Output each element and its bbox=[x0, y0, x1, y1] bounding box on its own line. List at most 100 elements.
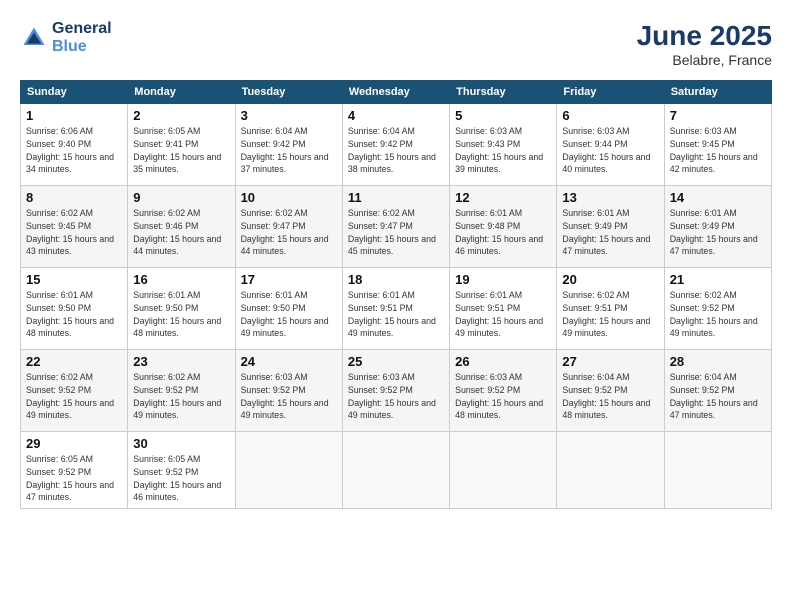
calendar-cell: 26 Sunrise: 6:03 AMSunset: 9:52 PMDayligh… bbox=[450, 350, 557, 432]
title-block: June 2025 Belabre, France bbox=[637, 20, 772, 68]
day-info: Sunrise: 6:01 AMSunset: 9:50 PMDaylight:… bbox=[26, 289, 122, 340]
day-number: 14 bbox=[670, 190, 766, 205]
calendar-cell: 12 Sunrise: 6:01 AMSunset: 9:48 PMDayligh… bbox=[450, 186, 557, 268]
weekday-header-monday: Monday bbox=[128, 81, 235, 104]
day-info: Sunrise: 6:02 AMSunset: 9:51 PMDaylight:… bbox=[562, 289, 658, 340]
calendar-cell: 13 Sunrise: 6:01 AMSunset: 9:49 PMDayligh… bbox=[557, 186, 664, 268]
calendar-cell: 4 Sunrise: 6:04 AMSunset: 9:42 PMDaylight… bbox=[342, 104, 449, 186]
logo: General Blue bbox=[20, 20, 112, 56]
calendar-cell: 28 Sunrise: 6:04 AMSunset: 9:52 PMDayligh… bbox=[664, 350, 771, 432]
day-info: Sunrise: 6:01 AMSunset: 9:51 PMDaylight:… bbox=[348, 289, 444, 340]
day-info: Sunrise: 6:03 AMSunset: 9:45 PMDaylight:… bbox=[670, 125, 766, 176]
day-info: Sunrise: 6:03 AMSunset: 9:44 PMDaylight:… bbox=[562, 125, 658, 176]
page: General Blue June 2025 Belabre, France S… bbox=[0, 0, 792, 612]
calendar-cell: 7 Sunrise: 6:03 AMSunset: 9:45 PMDaylight… bbox=[664, 104, 771, 186]
day-number: 29 bbox=[26, 436, 122, 451]
day-number: 16 bbox=[133, 272, 229, 287]
day-info: Sunrise: 6:05 AMSunset: 9:52 PMDaylight:… bbox=[133, 453, 229, 504]
day-number: 7 bbox=[670, 108, 766, 123]
day-number: 5 bbox=[455, 108, 551, 123]
day-number: 4 bbox=[348, 108, 444, 123]
day-number: 11 bbox=[348, 190, 444, 205]
day-info: Sunrise: 6:06 AMSunset: 9:40 PMDaylight:… bbox=[26, 125, 122, 176]
weekday-header-wednesday: Wednesday bbox=[342, 81, 449, 104]
day-info: Sunrise: 6:03 AMSunset: 9:52 PMDaylight:… bbox=[348, 371, 444, 422]
location: Belabre, France bbox=[637, 52, 772, 68]
logo-text: General Blue bbox=[52, 20, 112, 56]
day-number: 12 bbox=[455, 190, 551, 205]
calendar-cell: 15Sunrise: 6:01 AMSunset: 9:50 PMDayligh… bbox=[21, 268, 128, 350]
calendar-cell: 2 Sunrise: 6:05 AMSunset: 9:41 PMDaylight… bbox=[128, 104, 235, 186]
calendar-cell: 11 Sunrise: 6:02 AMSunset: 9:47 PMDayligh… bbox=[342, 186, 449, 268]
day-info: Sunrise: 6:01 AMSunset: 9:49 PMDaylight:… bbox=[670, 207, 766, 258]
day-number: 28 bbox=[670, 354, 766, 369]
calendar-week-row: 8 Sunrise: 6:02 AMSunset: 9:45 PMDaylight… bbox=[21, 186, 772, 268]
calendar-cell bbox=[342, 432, 449, 509]
month-title: June 2025 bbox=[637, 20, 772, 52]
header: General Blue June 2025 Belabre, France bbox=[20, 20, 772, 68]
calendar-cell: 1Sunrise: 6:06 AMSunset: 9:40 PMDaylight… bbox=[21, 104, 128, 186]
calendar-cell: 21 Sunrise: 6:02 AMSunset: 9:52 PMDayligh… bbox=[664, 268, 771, 350]
calendar-cell: 6Sunrise: 6:03 AMSunset: 9:44 PMDaylight… bbox=[557, 104, 664, 186]
calendar-cell bbox=[235, 432, 342, 509]
day-info: Sunrise: 6:01 AMSunset: 9:49 PMDaylight:… bbox=[562, 207, 658, 258]
calendar-cell: 8 Sunrise: 6:02 AMSunset: 9:45 PMDaylight… bbox=[21, 186, 128, 268]
day-info: Sunrise: 6:01 AMSunset: 9:50 PMDaylight:… bbox=[133, 289, 229, 340]
calendar-cell bbox=[450, 432, 557, 509]
weekday-header-thursday: Thursday bbox=[450, 81, 557, 104]
calendar-cell: 27Sunrise: 6:04 AMSunset: 9:52 PMDayligh… bbox=[557, 350, 664, 432]
day-number: 10 bbox=[241, 190, 337, 205]
calendar-cell bbox=[664, 432, 771, 509]
day-info: Sunrise: 6:04 AMSunset: 9:42 PMDaylight:… bbox=[348, 125, 444, 176]
day-number: 19 bbox=[455, 272, 551, 287]
day-number: 24 bbox=[241, 354, 337, 369]
day-number: 22 bbox=[26, 354, 122, 369]
day-info: Sunrise: 6:04 AMSunset: 9:52 PMDaylight:… bbox=[670, 371, 766, 422]
day-number: 21 bbox=[670, 272, 766, 287]
day-number: 27 bbox=[562, 354, 658, 369]
calendar-cell: 17 Sunrise: 6:01 AMSunset: 9:50 PMDayligh… bbox=[235, 268, 342, 350]
logo-icon bbox=[20, 24, 48, 52]
day-number: 13 bbox=[562, 190, 658, 205]
calendar-cell: 24 Sunrise: 6:03 AMSunset: 9:52 PMDayligh… bbox=[235, 350, 342, 432]
calendar-cell bbox=[557, 432, 664, 509]
day-info: Sunrise: 6:03 AMSunset: 9:52 PMDaylight:… bbox=[241, 371, 337, 422]
calendar-cell: 9Sunrise: 6:02 AMSunset: 9:46 PMDaylight… bbox=[128, 186, 235, 268]
day-number: 30 bbox=[133, 436, 229, 451]
day-info: Sunrise: 6:02 AMSunset: 9:52 PMDaylight:… bbox=[26, 371, 122, 422]
day-info: Sunrise: 6:02 AMSunset: 9:52 PMDaylight:… bbox=[133, 371, 229, 422]
day-number: 26 bbox=[455, 354, 551, 369]
weekday-header-friday: Friday bbox=[557, 81, 664, 104]
day-info: Sunrise: 6:04 AMSunset: 9:42 PMDaylight:… bbox=[241, 125, 337, 176]
weekday-header-row: SundayMondayTuesdayWednesdayThursdayFrid… bbox=[21, 81, 772, 104]
calendar-week-row: 15Sunrise: 6:01 AMSunset: 9:50 PMDayligh… bbox=[21, 268, 772, 350]
calendar-cell: 16 Sunrise: 6:01 AMSunset: 9:50 PMDayligh… bbox=[128, 268, 235, 350]
weekday-header-saturday: Saturday bbox=[664, 81, 771, 104]
day-info: Sunrise: 6:02 AMSunset: 9:52 PMDaylight:… bbox=[670, 289, 766, 340]
day-info: Sunrise: 6:01 AMSunset: 9:48 PMDaylight:… bbox=[455, 207, 551, 258]
day-info: Sunrise: 6:05 AMSunset: 9:52 PMDaylight:… bbox=[26, 453, 122, 504]
calendar-cell: 25 Sunrise: 6:03 AMSunset: 9:52 PMDayligh… bbox=[342, 350, 449, 432]
day-info: Sunrise: 6:02 AMSunset: 9:46 PMDaylight:… bbox=[133, 207, 229, 258]
day-number: 17 bbox=[241, 272, 337, 287]
weekday-header-sunday: Sunday bbox=[21, 81, 128, 104]
day-number: 20 bbox=[562, 272, 658, 287]
calendar-cell: 19 Sunrise: 6:01 AMSunset: 9:51 PMDayligh… bbox=[450, 268, 557, 350]
day-info: Sunrise: 6:01 AMSunset: 9:51 PMDaylight:… bbox=[455, 289, 551, 340]
calendar-cell: 5Sunrise: 6:03 AMSunset: 9:43 PMDaylight… bbox=[450, 104, 557, 186]
day-info: Sunrise: 6:01 AMSunset: 9:50 PMDaylight:… bbox=[241, 289, 337, 340]
day-number: 3 bbox=[241, 108, 337, 123]
weekday-header-tuesday: Tuesday bbox=[235, 81, 342, 104]
calendar-week-row: 1Sunrise: 6:06 AMSunset: 9:40 PMDaylight… bbox=[21, 104, 772, 186]
day-number: 8 bbox=[26, 190, 122, 205]
day-info: Sunrise: 6:05 AMSunset: 9:41 PMDaylight:… bbox=[133, 125, 229, 176]
day-info: Sunrise: 6:02 AMSunset: 9:47 PMDaylight:… bbox=[348, 207, 444, 258]
calendar-table: SundayMondayTuesdayWednesdayThursdayFrid… bbox=[20, 80, 772, 509]
calendar-cell: 23Sunrise: 6:02 AMSunset: 9:52 PMDayligh… bbox=[128, 350, 235, 432]
day-number: 18 bbox=[348, 272, 444, 287]
day-info: Sunrise: 6:02 AMSunset: 9:45 PMDaylight:… bbox=[26, 207, 122, 258]
day-info: Sunrise: 6:03 AMSunset: 9:52 PMDaylight:… bbox=[455, 371, 551, 422]
day-number: 2 bbox=[133, 108, 229, 123]
calendar-cell: 3 Sunrise: 6:04 AMSunset: 9:42 PMDaylight… bbox=[235, 104, 342, 186]
day-number: 25 bbox=[348, 354, 444, 369]
